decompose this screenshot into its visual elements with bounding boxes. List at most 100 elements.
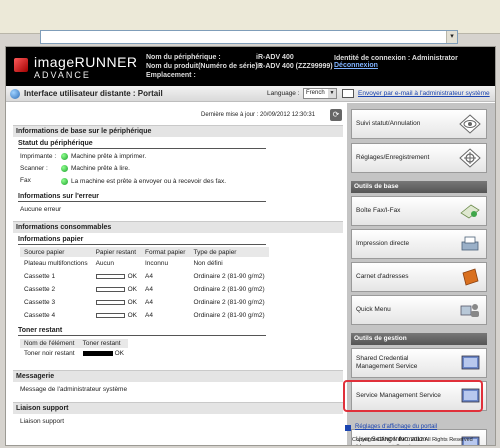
management-tools-header: Outils de gestion [351, 333, 487, 345]
paper-format: A4 [145, 286, 153, 293]
paper-type: Ordinaire 2 (81-90 g/m2) [193, 312, 265, 319]
fax-box-icon [460, 204, 480, 219]
paper-remaining-cell: OK [92, 270, 141, 283]
paper-info-title: Informations papier [18, 236, 266, 245]
paper-level-bar [95, 299, 125, 305]
paper-format: A4 [145, 312, 153, 319]
support-value: Liaison support [20, 418, 65, 425]
col-toner-remaining: Toner restant [78, 339, 128, 348]
device-status-title: Statut du périphérique [18, 140, 266, 149]
address-book-icon [462, 268, 479, 286]
paper-table-header: Source papier Papier restant Format papi… [20, 247, 269, 257]
eye-icon [459, 114, 481, 134]
paper-type: Ordinaire 2 (81-90 g/m2) [193, 273, 265, 280]
paper-source: Cassette 1 [24, 273, 56, 280]
monitor-icon [461, 355, 480, 370]
table-row: Cassette 4 OK A4 Ordinaire 2 (81-90 g/m2… [20, 309, 269, 322]
portal-display-settings-link[interactable]: Réglages d'affichage du portail [355, 424, 437, 430]
fax-box-label: Boîte Fax/I-Fax [356, 207, 401, 214]
col-remaining: Papier restant [91, 247, 141, 257]
portal-link-icon [345, 425, 351, 431]
logout-link[interactable]: Déconnexion [334, 62, 378, 69]
paper-level-bar [95, 286, 125, 292]
mail-icon[interactable] [342, 89, 354, 98]
error-value: Aucune erreur [20, 206, 62, 213]
col-source: Source papier [20, 247, 92, 257]
printer-status: Machine prête à imprimer. [71, 153, 147, 160]
scanner-status: Machine prête à lire. [71, 165, 130, 172]
paper-format: Inconnu [145, 260, 169, 267]
address-dropdown-icon[interactable]: ▾ [446, 31, 457, 43]
login-label: Identité de connexion : Administrator [334, 55, 458, 62]
paper-source: Plateau multifonctions [24, 260, 88, 267]
title-bar: Interface utilisateur distante : Portail… [6, 86, 495, 102]
address-book-button[interactable]: Carnet d'adresses [351, 262, 487, 292]
printer-label: Imprimante : [20, 153, 57, 160]
table-row: Cassette 3 OK A4 Ordinaire 2 (81-90 g/m2… [20, 296, 269, 309]
status-ok-icon [61, 153, 68, 160]
language-value: French [306, 90, 325, 96]
fax-box-button[interactable]: Boîte Fax/I-Fax [351, 196, 487, 226]
status-monitor-label: Suivi statut/Annulation [356, 120, 421, 127]
last-update: Dernière mise à jour : 20/09/2012 12:30:… [201, 112, 316, 118]
location-label: Emplacement : [146, 72, 196, 79]
scanner-label: Scanner : [20, 165, 48, 172]
table-row: Cassette 2 OK A4 Ordinaire 2 (81-90 g/m2… [20, 283, 269, 296]
messaging-header: Messagerie [13, 370, 343, 382]
page-title: Interface utilisateur distante : Portail [24, 89, 163, 98]
consumables-header: Informations consommables [13, 221, 343, 233]
selection-highlight [343, 380, 483, 412]
paper-remaining: OK [127, 312, 137, 319]
col-type: Type de papier [189, 247, 269, 257]
gear-icon [459, 148, 481, 168]
toner-remaining-cell: OK [79, 348, 128, 359]
error-info-title: Informations sur l'erreur [18, 193, 266, 202]
direct-print-button[interactable]: Impression directe [351, 229, 487, 259]
paper-level-bar [95, 273, 125, 279]
paper-type: Non défini [193, 260, 223, 267]
paper-source: Cassette 4 [24, 312, 56, 319]
paper-table: Source papier Papier restant Format papi… [20, 247, 269, 322]
address-book-label: Carnet d'adresses [356, 273, 409, 280]
mail-admin-link[interactable]: Envoyer par e-mail à l'administrateur sy… [358, 90, 490, 97]
paper-remaining-cell: OK [92, 283, 141, 296]
toner-table: Nom de l'élément Toner restant Toner noi… [20, 339, 128, 359]
fax-status: La machine est prête à envoyer ou à rece… [71, 178, 227, 185]
header: imageRUNNER ADVANCE Nom du périphérique … [6, 47, 495, 86]
toner-level-bar [82, 350, 113, 356]
device-name-label: Nom du périphérique : [146, 54, 221, 61]
copyright: Copyright CANON INC. 2012 All Rights Res… [352, 437, 473, 443]
user-menu-icon [460, 304, 479, 317]
paper-remaining-cell: OK [92, 309, 141, 322]
messaging-value: Message de l'administrateur système [20, 386, 128, 393]
col-toner-name: Nom de l'élément [20, 339, 79, 348]
quick-menu-button[interactable]: Quick Menu [351, 295, 487, 325]
address-bar[interactable] [40, 30, 458, 44]
paper-format: A4 [145, 299, 153, 306]
canon-logo-icon [14, 58, 28, 72]
paper-type: Ordinaire 2 (81-90 g/m2) [193, 286, 265, 293]
table-row: Cassette 1 OK A4 Ordinaire 2 (81-90 g/m2… [20, 270, 269, 283]
paper-remaining: Aucun [95, 260, 115, 267]
language-select[interactable]: French ▼ [303, 88, 337, 99]
shared-credential-label: Shared Credential Management Service [356, 355, 418, 370]
settings-registration-button[interactable]: Réglages/Enregistrement [351, 143, 487, 173]
paper-remaining-cell: OK [92, 296, 141, 309]
refresh-icon[interactable]: ⟳ [330, 109, 342, 121]
paper-source: Cassette 2 [24, 286, 56, 293]
status-monitor-button[interactable]: Suivi statut/Annulation [351, 109, 487, 139]
paper-level-bar [95, 312, 125, 318]
shared-credential-button[interactable]: Shared Credential Management Service [351, 348, 487, 378]
table-row: Plateau multifonctions Aucun Inconnu Non… [20, 257, 269, 270]
printer-icon [461, 236, 479, 251]
basic-info-header: Informations de base sur le périphérique [13, 125, 343, 137]
table-row: Toner noir restant OK [20, 348, 128, 359]
toner-name: Toner noir restant [24, 350, 75, 357]
product-name-value: iR-ADV 400 (ZZZ99999) [256, 63, 333, 70]
logo-sub: ADVANCE [34, 70, 91, 80]
paper-remaining: OK [127, 286, 137, 293]
language-label: Language : [267, 90, 300, 97]
device-name-value: iR-ADV 400 [256, 54, 294, 61]
toner-remaining: OK [114, 350, 124, 357]
paper-source: Cassette 3 [24, 299, 56, 306]
